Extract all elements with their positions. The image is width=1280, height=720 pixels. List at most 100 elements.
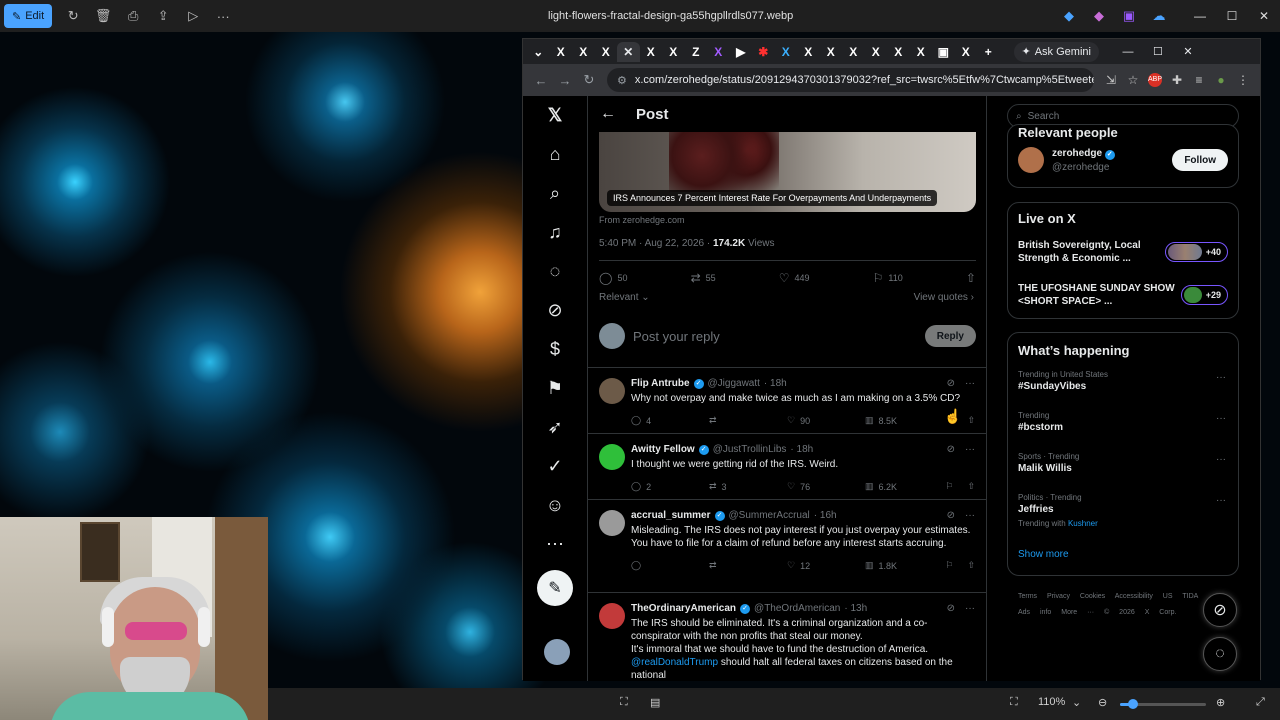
close-icon[interactable]: ✕ [1248, 0, 1280, 32]
tab[interactable]: X [662, 42, 685, 62]
site-info-icon[interactable]: ⚙ [617, 74, 627, 87]
copilot-icon[interactable]: ◆ [1084, 4, 1114, 28]
more-icon[interactable]: ··· [1216, 454, 1226, 465]
bookmark-icon[interactable]: ⚐ [945, 481, 953, 492]
views-action[interactable]: ▥ 8.5K [865, 415, 943, 426]
avatar[interactable] [599, 444, 625, 470]
back-icon[interactable]: ← [529, 73, 553, 88]
follow-button[interactable]: Follow [1172, 149, 1228, 171]
more-icon[interactable]: ··· [965, 510, 975, 521]
compose-post-button[interactable]: ✎ [537, 570, 573, 606]
footer-links[interactable]: Terms Privacy Cookies Accessibility US T… [1018, 589, 1218, 621]
more-icon[interactable]: ··· [1216, 495, 1226, 506]
reply-action[interactable]: ◯ 4 [631, 415, 709, 426]
reply-author[interactable]: accrual_summer [631, 510, 711, 521]
more-icon[interactable]: ··· [965, 603, 975, 614]
tab[interactable]: Z [685, 42, 708, 62]
home-icon[interactable]: ⌂ [535, 135, 575, 174]
live-space-item[interactable]: British Sovereignty, Local Strength & Ec… [1008, 230, 1238, 273]
fullscreen-icon[interactable]: ⤢ [1256, 696, 1265, 709]
zoom-in-icon[interactable]: ⊕ [1216, 696, 1225, 709]
share-icon[interactable]: ⇧ [967, 415, 975, 426]
bookmark-action[interactable]: ⚐ 110 [873, 271, 903, 285]
bookmark-icon[interactable]: ⚐ [945, 560, 953, 571]
reply-item[interactable]: Awitty Fellow ✓ @JustTrollinLibs · 18h ⊘ ··· … [588, 433, 986, 499]
tab[interactable]: X [910, 42, 933, 62]
reply-item[interactable]: accrual_summer ✓ @SummerAccrual · 16h ⊘ ··· M… [588, 499, 986, 592]
reply-handle[interactable]: @Jiggawatt [708, 378, 760, 389]
x-logo-icon[interactable]: 𝕏 [535, 96, 575, 135]
reply-handle[interactable]: @SummerAccrual [729, 510, 810, 521]
reply-button[interactable]: Reply [924, 325, 976, 347]
repost-action[interactable]: ⇄ 55 [691, 271, 716, 285]
tab[interactable]: ✱ [752, 42, 775, 62]
forward-icon[interactable]: → [553, 73, 577, 88]
grok-icon[interactable]: ⊘ [947, 510, 955, 521]
reply-action[interactable]: ◯ 50 [599, 271, 627, 285]
more-circle-icon[interactable]: ⋯ [535, 525, 575, 564]
tab-search-icon[interactable]: ⌄ [527, 42, 550, 62]
tab[interactable]: X [595, 42, 618, 62]
adblock-icon[interactable]: ABP [1148, 73, 1162, 87]
tab[interactable]: X [797, 42, 820, 62]
reply-handle[interactable]: @JustTrollinLibs [713, 444, 787, 455]
fit-icon[interactable]: ⛶ [1010, 696, 1018, 709]
reply-author[interactable]: TheOrdinaryAmerican [631, 603, 736, 614]
chevron-down-icon[interactable]: ⌄ [1072, 696, 1081, 709]
extensions-icon[interactable]: ✚ [1166, 73, 1188, 87]
close-icon[interactable]: ✕ [1173, 45, 1203, 58]
tab[interactable]: X [707, 42, 730, 62]
like-action[interactable]: ♡ 12 [787, 560, 865, 571]
menu-icon[interactable]: ⋮ [1232, 73, 1254, 87]
tab[interactable]: X [820, 42, 843, 62]
more-icon[interactable]: ··· [965, 444, 975, 455]
slideshow-icon[interactable]: ▷ [178, 4, 208, 28]
more-icon[interactable]: ··· [965, 378, 975, 389]
new-tab-icon[interactable]: + [977, 42, 1000, 62]
maximize-icon[interactable]: ☐ [1216, 0, 1248, 32]
repost-action[interactable]: ⇄ 3 [709, 481, 787, 492]
views-action[interactable]: ▥ 1.8K [865, 560, 943, 571]
rocket-icon[interactable]: ➶ [535, 408, 575, 447]
edit-button[interactable]: ✎ Edit [4, 4, 53, 28]
more-icon[interactable]: ··· [1216, 372, 1226, 383]
reply-item[interactable]: Flip Antrube ✓ @Jiggawatt · 18h ⊘ ··· Why not… [588, 367, 986, 433]
reply-action[interactable]: ◯ 2 [631, 481, 709, 492]
repost-action[interactable]: ⇄ [709, 415, 787, 426]
grok-icon[interactable]: ⊘ [535, 291, 575, 330]
card-source[interactable]: From zerohedge.com [599, 215, 685, 225]
grok-icon[interactable]: ⊘ [947, 603, 955, 614]
install-icon[interactable]: ⇲ [1100, 73, 1122, 87]
print-icon[interactable]: ⎙ [118, 4, 148, 28]
zoom-slider[interactable] [1120, 699, 1206, 709]
reload-icon[interactable]: ↻ [577, 72, 601, 88]
tab[interactable]: ▣ [932, 42, 955, 62]
zoom-level[interactable]: 110% [1038, 696, 1065, 708]
zoom-slider-knob[interactable] [1127, 699, 1138, 709]
share-icon[interactable]: ⇧ [967, 560, 975, 571]
tab[interactable]: X [572, 42, 595, 62]
reply-author[interactable]: Flip Antrube [631, 378, 690, 389]
tab[interactable]: X [640, 42, 663, 62]
tab[interactable]: X [887, 42, 910, 62]
money-icon[interactable]: $ [535, 330, 575, 369]
trend-item[interactable]: Trending in United States #SundayVibes ·… [1008, 364, 1238, 405]
link-card-image[interactable]: IRS Announces 7 Percent Interest Rate Fo… [599, 132, 976, 212]
messages-fab-button[interactable]: ◌ [1203, 637, 1237, 671]
avatar[interactable] [599, 378, 625, 404]
verified-icon[interactable]: ✓ [535, 447, 575, 486]
like-action[interactable]: ♡ 449 [779, 271, 810, 285]
live-space-item[interactable]: THE UFOSHANE SUNDAY SHOW <SHORT SPACE> .… [1008, 273, 1238, 316]
grok-icon[interactable]: ⊘ [947, 444, 955, 455]
minimize-icon[interactable]: — [1113, 46, 1143, 58]
show-more-link[interactable]: Show more [1008, 539, 1238, 570]
bookmarks-icon[interactable]: ⚑ [535, 369, 575, 408]
tab[interactable]: X [955, 42, 978, 62]
ai-icon[interactable]: ◆ [1054, 4, 1084, 28]
like-action[interactable]: ♡ 90 [787, 415, 865, 426]
tab[interactable]: X [842, 42, 865, 62]
media-icon[interactable]: ≡ [1188, 73, 1210, 87]
reply-action[interactable]: ◯ [631, 560, 709, 571]
zoom-out-icon[interactable]: ⊖ [1098, 696, 1107, 709]
tab-close-icon[interactable]: ✕ [617, 41, 640, 62]
